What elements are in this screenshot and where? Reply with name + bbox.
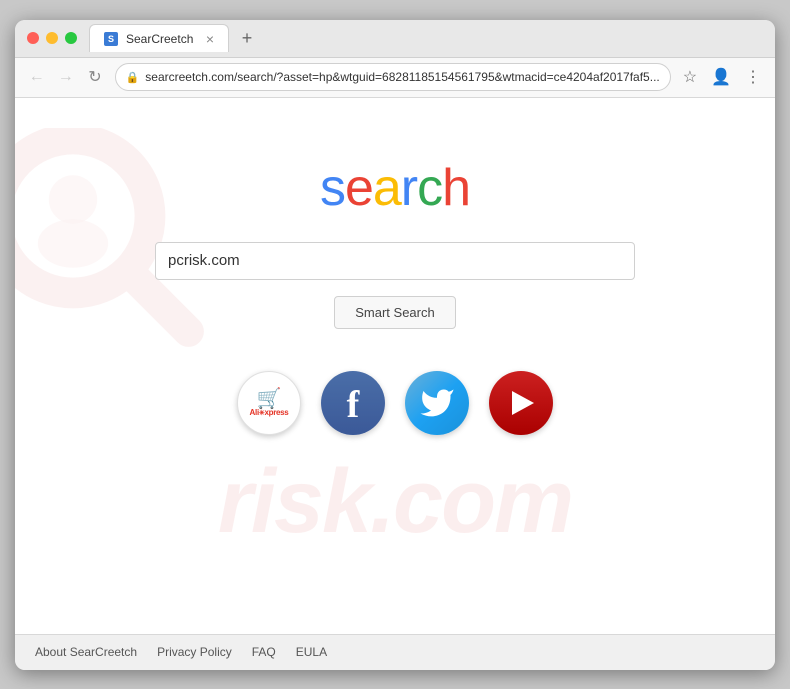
lock-icon: 🔒 [126,71,140,84]
facebook-icon[interactable]: f [321,371,385,435]
smart-search-button[interactable]: Smart Search [334,296,455,329]
search-logo: search [320,158,470,218]
tab-close-icon[interactable]: × [206,32,214,46]
facebook-logo-letter: f [347,386,360,424]
search-input-wrapper [155,242,635,280]
tab-bar: S SearCreetch × + [89,24,763,52]
menu-icon[interactable]: ⋮ [743,65,763,89]
title-bar: S SearCreetch × + [15,20,775,58]
logo-letter-c: c [417,159,442,217]
logo-letter-s: s [320,159,345,217]
search-input[interactable] [155,242,635,280]
maximize-button[interactable] [65,32,77,44]
youtube-play-icon [512,391,534,415]
tab-title: SearCreetch [126,32,198,46]
tab-favicon: S [104,32,118,46]
page-content: risk.com search Smart Search 🛒 Ali✳xpres [15,98,775,634]
twitter-bird-icon [419,385,455,421]
footer-link-privacy[interactable]: Privacy Policy [157,645,232,659]
active-tab[interactable]: S SearCreetch × [89,24,229,52]
aliexpress-logo: 🛒 Ali✳xpress [250,389,289,417]
profile-icon[interactable]: 👤 [709,65,733,89]
close-button[interactable] [27,32,39,44]
footer: About SearCreetch Privacy Policy FAQ EUL… [15,634,775,670]
url-text: searcreetch.com/search/?asset=hp&wtguid=… [145,70,659,84]
aliexpress-icon[interactable]: 🛒 Ali✳xpress [237,371,301,435]
search-container: search Smart Search 🛒 Ali✳xpress [35,158,755,435]
logo-letter-h: h [442,159,470,217]
twitter-icon[interactable] [405,371,469,435]
browser-window: S SearCreetch × + ← → ↻ 🔒 searcreetch.co… [15,20,775,670]
footer-link-about[interactable]: About SearCreetch [35,645,137,659]
back-button[interactable]: ← [27,64,46,90]
social-icons-row: 🛒 Ali✳xpress f [237,371,553,435]
watermark-text: risk.com [15,451,775,554]
youtube-icon[interactable] [489,371,553,435]
window-controls [27,32,77,44]
address-bar: ← → ↻ 🔒 searcreetch.com/search/?asset=hp… [15,58,775,98]
logo-letter-e: e [345,159,373,217]
footer-link-faq[interactable]: FAQ [252,645,276,659]
new-tab-button[interactable]: + [235,26,259,50]
footer-link-eula[interactable]: EULA [296,645,327,659]
url-bar[interactable]: 🔒 searcreetch.com/search/?asset=hp&wtgui… [115,63,671,91]
logo-letter-r: r [401,159,417,217]
reload-button[interactable]: ↻ [85,64,104,90]
logo-letter-a: a [373,159,401,217]
forward-button[interactable]: → [56,64,75,90]
bookmark-icon[interactable]: ☆ [681,65,699,89]
minimize-button[interactable] [46,32,58,44]
